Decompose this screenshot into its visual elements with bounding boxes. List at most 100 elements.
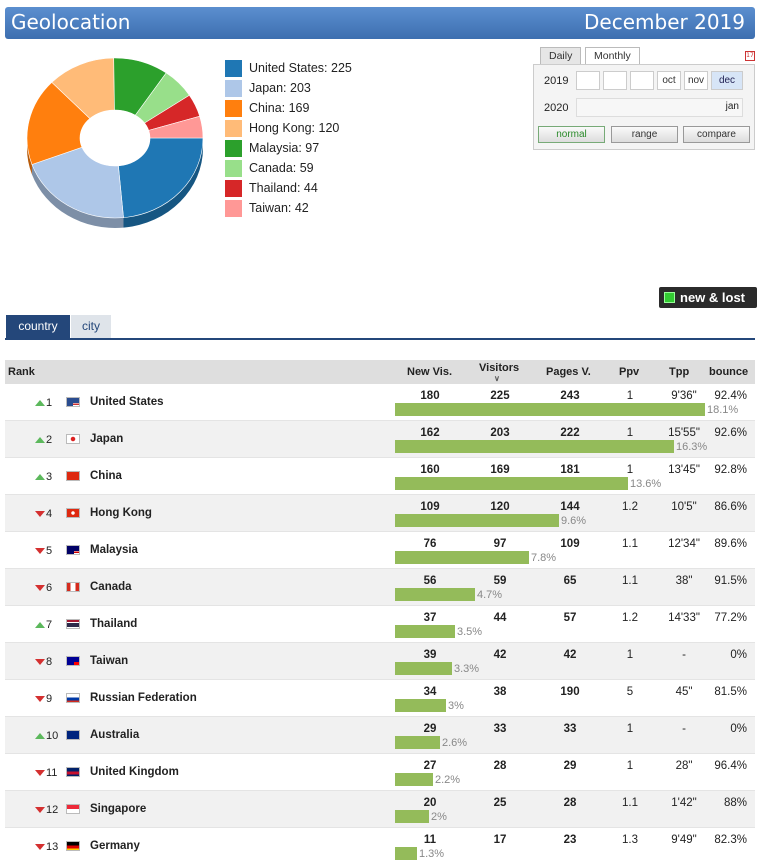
col-bounce[interactable]: bounce — [709, 366, 748, 378]
visitors-value: 28 — [493, 760, 507, 772]
ppv-value: 1 — [626, 464, 634, 476]
flag-cn-icon — [66, 471, 80, 481]
rank-cell: 12 — [35, 804, 58, 816]
table-row[interactable]: 6 Canada 56 59 65 1.1 38" 91.5% 4.7% — [5, 569, 755, 606]
pages-value: 109 — [560, 538, 580, 550]
country-name[interactable]: Taiwan — [90, 655, 128, 667]
new-visitors-value: 29 — [423, 723, 437, 735]
table-row[interactable]: 3 China 160 169 181 1 13'45" 92.8% 13.6% — [5, 458, 755, 495]
new-visitors-value: 160 — [420, 464, 440, 476]
visitor-share-percent: 9.6% — [561, 515, 587, 527]
pages-value: 144 — [560, 501, 580, 513]
legend-label: Japan: 203 — [249, 81, 311, 95]
table-row[interactable]: 7 Thailand 37 44 57 1.2 14'33" 77.2% 3.5% — [5, 606, 755, 643]
rank-cell: 2 — [35, 434, 52, 446]
country-name[interactable]: United Kingdom — [90, 766, 179, 778]
table-row[interactable]: 2 Japan 162 203 222 1 15'55" 92.6% 16.3% — [5, 421, 755, 458]
country-name[interactable]: Hong Kong — [90, 507, 152, 519]
tab-city[interactable]: city — [71, 315, 111, 338]
bounce-value: 0% — [730, 649, 747, 661]
rank-number: 13 — [46, 841, 59, 853]
legend-label: United States: 225 — [249, 61, 352, 75]
flag-sg-icon — [66, 804, 80, 814]
table-row[interactable]: 5 Malaysia 76 97 109 1.1 12'34" 89.6% 7.8% — [5, 532, 755, 569]
new-visitors-value: 27 — [423, 760, 437, 772]
visitor-share-percent: 3% — [448, 700, 464, 712]
country-name[interactable]: Germany — [90, 840, 140, 852]
country-name[interactable]: Singapore — [90, 803, 146, 815]
visitors-value: 169 — [490, 464, 510, 476]
month-nov[interactable]: nov — [684, 71, 708, 90]
pages-value: 33 — [563, 723, 577, 735]
ppv-value: 1 — [626, 760, 634, 772]
visitor-share-percent: 13.6% — [630, 478, 662, 490]
rank-up-icon — [35, 622, 45, 628]
rank-number: 8 — [46, 656, 53, 668]
month-dec[interactable]: dec — [711, 71, 743, 90]
ppv-value: 1.2 — [622, 501, 638, 513]
visitors-value: 38 — [493, 686, 507, 698]
visitor-share-bar — [395, 662, 452, 675]
table-row[interactable]: 4 Hong Kong 109 120 144 1.2 10'5" 86.6% 9.6% — [5, 495, 755, 532]
ppv-value: 1 — [626, 649, 634, 661]
month-jan[interactable]: jan — [576, 98, 743, 117]
new-visitors-value: 11 — [423, 834, 437, 846]
pages-value: 243 — [560, 390, 580, 402]
ppv-value: 1.2 — [622, 612, 638, 624]
visitor-share-percent: 3.5% — [457, 626, 483, 638]
visitor-share-bar — [395, 773, 433, 786]
table-row[interactable]: 11 United Kingdom 27 28 29 1 28" 96.4% 2.2% — [5, 754, 755, 791]
visitor-share-bar — [395, 477, 628, 490]
rank-cell: 8 — [35, 656, 52, 668]
rank-number: 5 — [46, 545, 53, 557]
country-name[interactable]: Japan — [90, 433, 123, 445]
rank-down-icon — [35, 807, 45, 813]
country-name[interactable]: Russian Federation — [90, 692, 197, 704]
compare-button[interactable]: compare — [683, 126, 750, 143]
table-row[interactable]: 12 Singapore 20 25 28 1.1 1'42" 88% 2% — [5, 791, 755, 828]
country-name[interactable]: Australia — [90, 729, 139, 741]
col-ppv[interactable]: Ppv — [619, 366, 639, 378]
country-name[interactable]: Malaysia — [90, 544, 138, 556]
table-row[interactable]: 9 Russian Federation 34 38 190 5 45" 81.5% 3% — [5, 680, 755, 717]
table-row[interactable]: 10 Australia 29 33 33 1 - 0% 2.6% — [5, 717, 755, 754]
tpp-value: 10'5" — [671, 501, 697, 513]
country-name[interactable]: United States — [90, 396, 164, 408]
rank-cell: 7 — [35, 619, 52, 631]
table-row[interactable]: 13 Germany 11 17 23 1.3 9'49" 82.3% 1.3% — [5, 828, 755, 862]
rank-down-icon — [35, 844, 45, 850]
tpp-value: 9'49" — [671, 834, 697, 846]
tpp-value: 9'36" — [671, 390, 697, 402]
country-name[interactable]: Thailand — [90, 618, 137, 630]
flag-tw-icon — [66, 656, 80, 666]
calendar-icon[interactable]: 17 — [745, 51, 755, 61]
legend-label: Thailand: 44 — [249, 181, 318, 195]
table-row[interactable]: 8 Taiwan 39 42 42 1 - 0% 3.3% — [5, 643, 755, 680]
flag-au-icon — [66, 730, 80, 740]
range-button[interactable]: range — [611, 126, 678, 143]
col-new-visitors[interactable]: New Vis. — [407, 366, 452, 378]
tab-daily[interactable]: Daily — [540, 47, 582, 64]
col-tpp[interactable]: Tpp — [669, 366, 689, 378]
tab-country[interactable]: country — [6, 315, 70, 338]
col-rank[interactable]: Rank — [8, 366, 35, 378]
legend-item: Malaysia: 97 — [225, 138, 352, 158]
col-visitors[interactable]: Visitors — [479, 362, 519, 374]
country-name[interactable]: China — [90, 470, 122, 482]
sort-down-icon[interactable]: ∨ — [494, 374, 500, 383]
normal-button[interactable]: normal — [538, 126, 605, 143]
new-lost-label: new & lost — [680, 290, 746, 305]
ppv-value: 5 — [626, 686, 634, 698]
country-name[interactable]: Canada — [90, 581, 132, 593]
month-oct[interactable]: oct — [657, 71, 681, 90]
tab-monthly[interactable]: Monthly — [585, 47, 640, 64]
pages-value: 65 — [563, 575, 577, 587]
rank-down-icon — [35, 770, 45, 776]
legend-swatch — [225, 99, 242, 117]
pages-value: 222 — [560, 427, 580, 439]
col-pages[interactable]: Pages V. — [546, 366, 591, 378]
new-visitors-value: 180 — [420, 390, 440, 402]
table-row[interactable]: 1 United States 180 225 243 1 9'36" 92.4% 18.1% — [5, 384, 755, 421]
view-tabs: country city — [5, 315, 755, 340]
new-lost-button[interactable]: new & lost — [659, 287, 757, 308]
